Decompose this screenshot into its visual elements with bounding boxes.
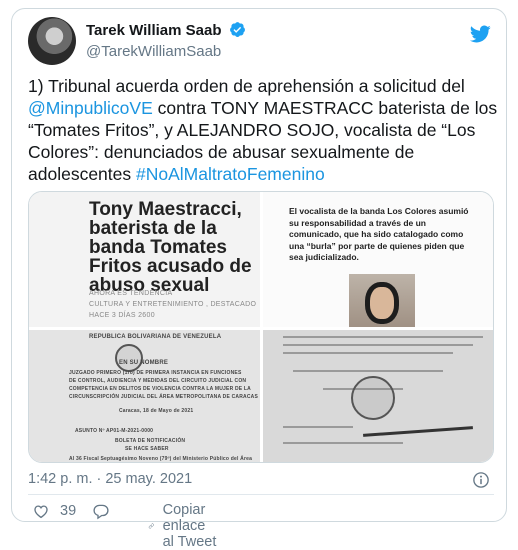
media-image-1[interactable]: Tony Maestracci, baterista de la banda T… [29, 192, 260, 327]
doc-date: Caracas, 18 de Mayo de 2021 [119, 408, 194, 414]
like-button[interactable]: 39 [32, 502, 76, 520]
image-2-caption: El vocalista de la banda Los Colores asu… [289, 206, 469, 262]
tweet-card: Tarek William Saab @TarekWilliamSaab 1) … [11, 8, 507, 550]
doc-line-1: EN SU NOMBRE [119, 360, 169, 366]
author-display-name[interactable]: Tarek William Saab [86, 22, 221, 39]
image-2-portrait [349, 274, 415, 327]
media-image-3[interactable]: REPUBLICA BOLIVARIANA DE VENEZUELA EN SU… [29, 330, 260, 462]
link-icon [148, 523, 154, 529]
doc-line-3: DE CONTROL, AUDIENCIA Y MEDIDAS DEL CIRC… [69, 378, 247, 384]
doc-line-5: CIRCUNSCRIPCIÓN JUDICIAL DEL ÁREA METROP… [69, 394, 259, 400]
info-icon[interactable] [472, 471, 490, 489]
doc-text-line [283, 426, 353, 428]
copy-link-button[interactable]: Copiar enlace al Tweet [148, 502, 217, 550]
doc-text-line [283, 336, 483, 338]
like-count: 39 [60, 503, 77, 519]
tweet-text: 1) Tribunal acuerda orden de aprehensión… [28, 75, 498, 185]
official-seal-icon [351, 376, 395, 420]
image-2-face [365, 282, 399, 324]
media-image-2[interactable]: El vocalista de la banda Los Colores asu… [263, 192, 493, 327]
twitter-bird-icon[interactable] [468, 23, 492, 45]
doc-line-4: COMPETENCIA EN DELITOS DE VIOLENCIA CONT… [69, 386, 251, 392]
reply-button[interactable] [92, 502, 110, 520]
author-block[interactable]: Tarek William Saab @TarekWilliamSaab [86, 21, 246, 60]
author-handle[interactable]: @TarekWilliamSaab [86, 43, 246, 60]
doc-line-2: JUZGADO PRIMERO (1ro) DE PRIMERA INSTANC… [69, 370, 242, 376]
coat-of-arms-icon [115, 344, 143, 372]
doc-text-line [283, 442, 403, 444]
hashtag-link[interactable]: #NoAlMaltratoFemenino [136, 164, 325, 184]
doc-heading: REPUBLICA BOLIVARIANA DE VENEZUELA [89, 334, 222, 340]
signature-stroke [363, 426, 473, 437]
doc-hace-saber: SE HACE SABER [125, 446, 169, 452]
avatar[interactable] [28, 17, 76, 65]
doc-text-line [283, 352, 453, 354]
tweet-timestamp[interactable]: 1:42 p. m. · 25 may. 2021 [28, 471, 192, 487]
heart-icon [34, 505, 48, 519]
media-image-4[interactable] [263, 330, 493, 462]
doc-text-line [293, 370, 443, 372]
image-1-meta-1: AHORA ES TENDENCIA [89, 290, 173, 297]
copy-link-label: Copiar enlace al Tweet [162, 502, 217, 550]
media-grid: Tony Maestracci, baterista de la banda T… [28, 191, 494, 463]
image-1-meta-2: CULTURA Y ENTRETENIMIENTO , DESTACADO [89, 301, 257, 308]
image-1-meta-3: HACE 3 DÍAS 2600 [89, 312, 155, 319]
mention-link[interactable]: @MinpublicoVE [28, 98, 153, 118]
doc-asunto: ASUNTO Nº AP01-M-2021-0000 [75, 428, 154, 434]
tweet-text-part-1: 1) Tribunal acuerda orden de aprehensión… [28, 76, 465, 96]
reply-bubble-icon [93, 504, 109, 520]
verified-badge-icon [229, 22, 245, 37]
image-1-headline: Tony Maestracci, baterista de la banda T… [89, 199, 252, 296]
doc-text-line [283, 344, 473, 346]
divider [28, 494, 494, 495]
doc-boleta: BOLETA DE NOTIFICACIÓN [115, 438, 186, 444]
doc-fiscal: Al 36 Fiscal Septuagésimo Noveno (79º) d… [69, 456, 253, 462]
tweet-header: Tarek William Saab @TarekWilliamSaab [28, 17, 494, 65]
